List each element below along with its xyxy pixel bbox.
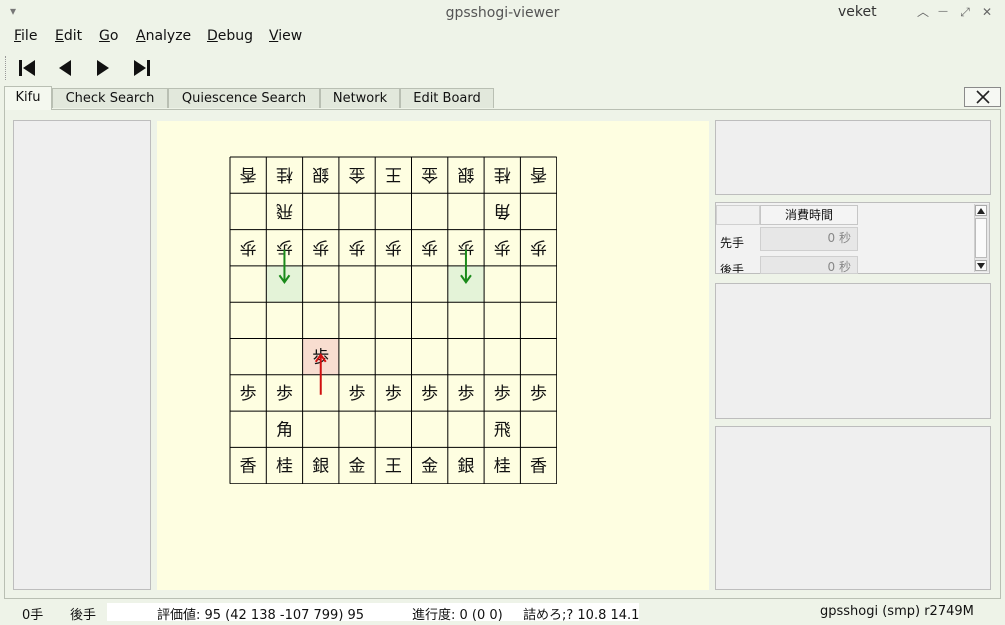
time-cell-sente[interactable]: 0 秒	[760, 227, 858, 251]
scroll-thumb[interactable]	[975, 218, 987, 258]
tab-edit-board[interactable]: Edit Board	[400, 88, 494, 108]
shogi-piece[interactable]: 銀	[457, 457, 474, 477]
shogi-piece[interactable]: 歩	[421, 384, 438, 404]
shogi-piece[interactable]: 桂	[276, 164, 293, 184]
shogi-piece[interactable]: 歩	[421, 237, 438, 257]
status-engine: gpsshogi (smp) r2749M	[820, 604, 974, 619]
menu-analyze[interactable]: Analyze	[136, 28, 191, 44]
time-cell-gote[interactable]: 0 秒	[760, 256, 858, 274]
shogi-piece[interactable]: 飛	[494, 420, 511, 440]
close-icon	[975, 90, 990, 104]
time-table-corner	[716, 205, 760, 225]
shogi-piece[interactable]: 歩	[240, 237, 257, 257]
close-tab-button[interactable]	[964, 87, 1001, 107]
right-bottom-panel	[715, 426, 991, 590]
shogi-piece[interactable]: 桂	[494, 164, 511, 184]
shogi-piece[interactable]: 歩	[457, 384, 474, 404]
menu-debug[interactable]: Debug	[207, 28, 253, 44]
menu-file[interactable]: File	[14, 28, 37, 44]
time-row-label-gote: 後手	[720, 263, 745, 273]
shogi-piece[interactable]: 桂	[494, 457, 511, 477]
shogi-piece[interactable]: 歩	[530, 237, 547, 257]
tab-quiescence-search[interactable]: Quiescence Search	[168, 88, 320, 108]
scroll-up-button[interactable]	[975, 205, 987, 216]
shogi-piece[interactable]: 銀	[312, 164, 329, 184]
shogi-piece[interactable]: 歩	[349, 237, 366, 257]
status-progress: 進行度: 0 (0 0)	[412, 608, 503, 623]
status-move-count: 0手	[22, 608, 44, 623]
close-window-icon[interactable]: ✕	[980, 5, 994, 19]
window-shade-icon[interactable]: ︿	[916, 5, 930, 19]
shogi-piece[interactable]: 銀	[457, 164, 474, 184]
menu-go[interactable]: Go	[99, 28, 118, 44]
shogi-piece[interactable]: 飛	[276, 200, 293, 220]
tab-check-search[interactable]: Check Search	[52, 88, 168, 108]
shogi-piece[interactable]: 香	[530, 164, 547, 184]
shogi-piece[interactable]: 角	[276, 420, 293, 440]
last-move-icon	[134, 60, 150, 76]
scroll-down-button[interactable]	[975, 260, 987, 271]
shogi-piece[interactable]: 王	[385, 457, 402, 477]
shogi-piece[interactable]: 歩	[276, 384, 293, 404]
status-turn: 後手	[70, 608, 97, 623]
shogi-piece[interactable]: 歩	[494, 384, 511, 404]
first-move-icon	[19, 60, 35, 76]
tab-kifu[interactable]: Kifu	[4, 86, 52, 110]
menu-view[interactable]: View	[269, 28, 302, 44]
toolbar-grip[interactable]	[5, 56, 8, 80]
shogi-piece[interactable]: 金	[421, 457, 438, 477]
shogi-piece[interactable]: 銀	[312, 457, 329, 477]
shogi-piece[interactable]: 香	[530, 457, 547, 477]
minimize-icon[interactable]: —	[936, 5, 950, 19]
tab-network[interactable]: Network	[320, 88, 400, 108]
next-move-icon	[97, 60, 109, 76]
maximize-icon[interactable]: ⤢	[958, 5, 972, 19]
shogi-piece[interactable]: 歩	[530, 384, 547, 404]
shogi-piece[interactable]: 歩	[312, 237, 329, 257]
time-row-label-sente: 先手	[720, 236, 745, 250]
status-eval: 評価値: 95 (42 138 -107 799) 95	[157, 608, 365, 623]
shogi-piece[interactable]: 金	[349, 164, 366, 184]
shogi-piece[interactable]: 金	[349, 457, 366, 477]
shogi-piece[interactable]: 香	[240, 164, 257, 184]
shogi-piece[interactable]: 歩	[385, 384, 402, 404]
right-middle-panel	[715, 283, 991, 419]
scroll-up-icon	[977, 207, 985, 214]
menu-edit[interactable]: Edit	[55, 28, 82, 44]
shogi-piece[interactable]: 歩	[494, 237, 511, 257]
right-top-panel	[715, 120, 991, 195]
prev-move-icon	[59, 60, 71, 76]
first-move-button[interactable]	[13, 55, 41, 81]
scroll-down-icon	[977, 262, 985, 269]
shogi-piece[interactable]: 歩	[349, 384, 366, 404]
shogi-piece[interactable]: 金	[421, 164, 438, 184]
shogi-piece[interactable]: 角	[494, 200, 511, 220]
shogi-piece[interactable]: 桂	[276, 457, 293, 477]
shogi-piece[interactable]: 王	[385, 164, 402, 184]
time-table-header: 消費時間	[760, 205, 858, 225]
shogi-piece[interactable]: 歩	[240, 384, 257, 404]
last-move-button[interactable]	[128, 55, 156, 81]
next-move-button[interactable]	[89, 55, 117, 81]
shogi-board[interactable]: 香桂銀金王金銀桂香飛 角歩歩歩歩歩歩歩歩歩歩歩歩歩歩歩歩歩歩角 飛香桂銀金王金銀桂香	[229, 156, 557, 484]
shogi-piece[interactable]: 歩	[385, 237, 402, 257]
status-mate: 詰めろ;? 10.8 14.1	[523, 608, 640, 623]
prev-move-button[interactable]	[51, 55, 79, 81]
left-panel	[13, 120, 151, 590]
shogi-piece[interactable]: 香	[240, 457, 257, 477]
user-name: veket	[838, 4, 877, 20]
